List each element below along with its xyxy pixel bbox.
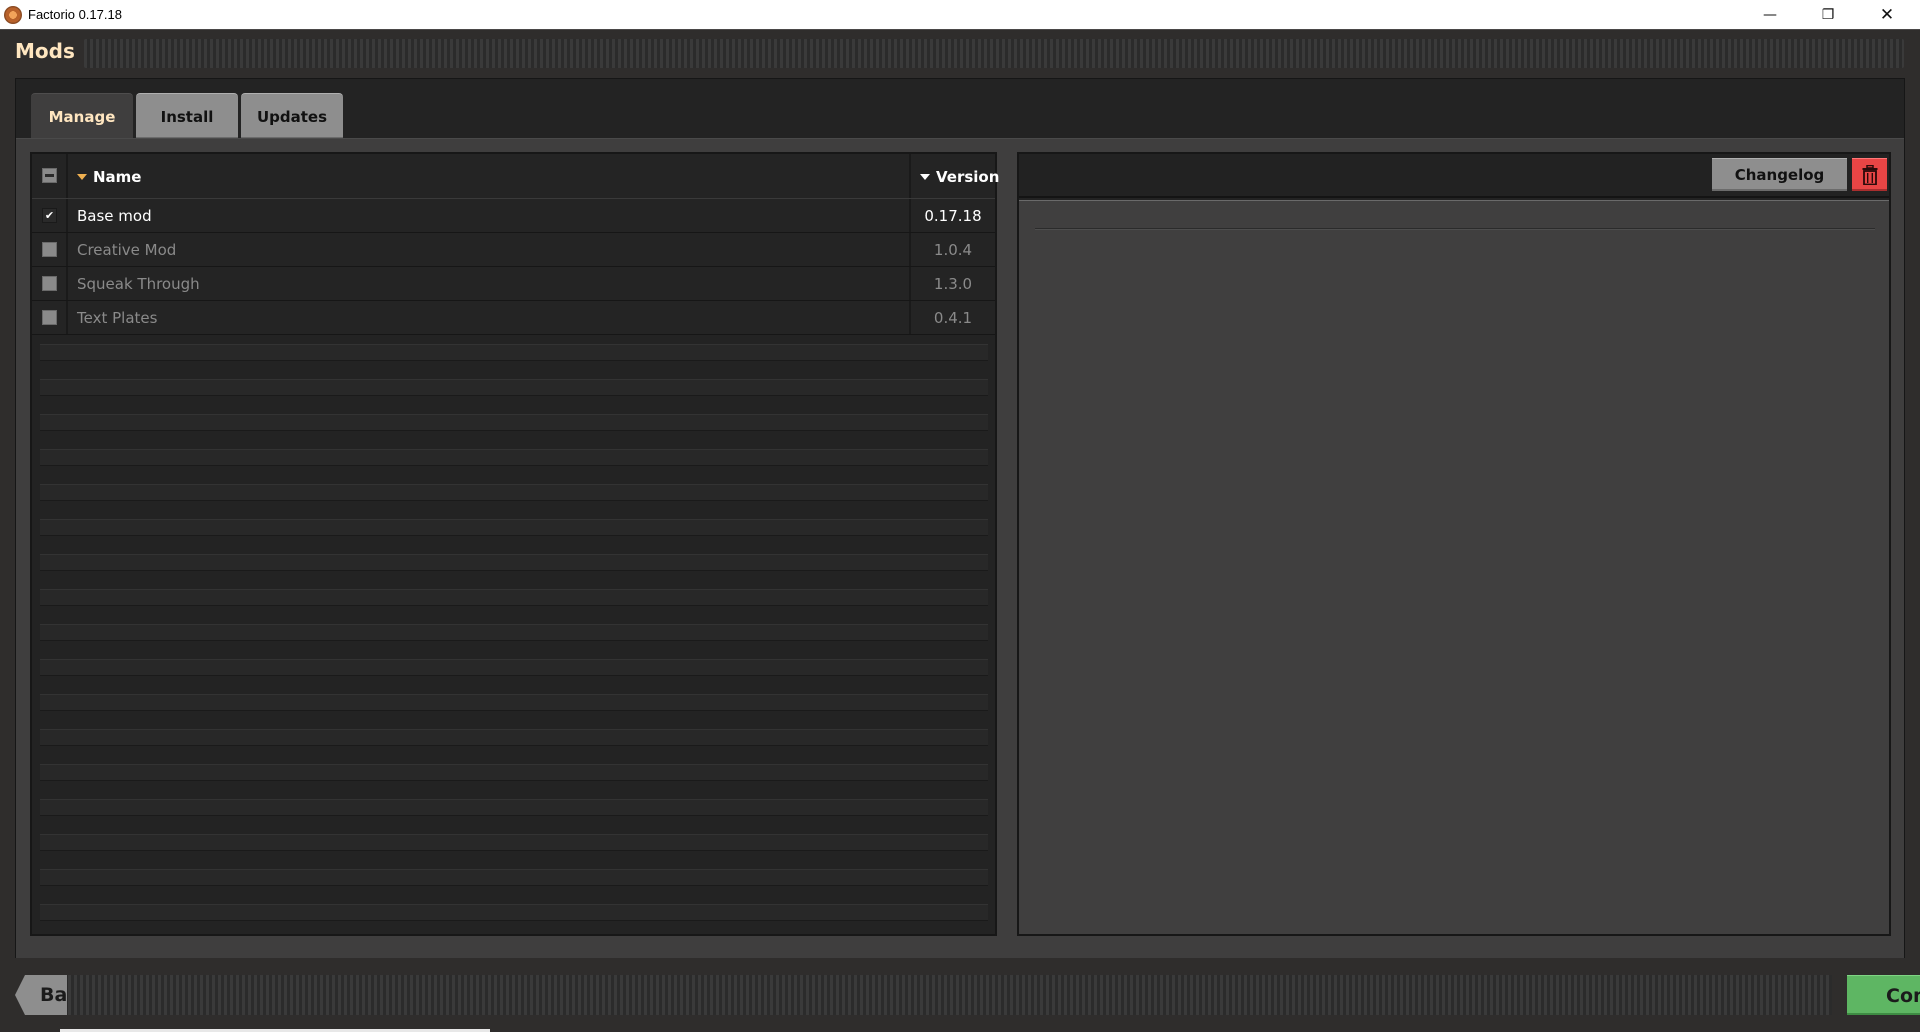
empty-row-band — [40, 834, 988, 851]
checkmark-icon: ✔ — [44, 209, 55, 222]
mod-enabled-checkbox[interactable] — [42, 242, 57, 257]
mod-enabled-checkbox[interactable] — [42, 276, 57, 291]
empty-row-band — [40, 904, 988, 921]
title-drag-handle[interactable] — [84, 39, 1904, 68]
mod-version: 0.4.1 — [933, 309, 973, 327]
column-version-label: Version — [936, 167, 1000, 186]
mod-version: 0.17.18 — [924, 207, 982, 225]
empty-row-band — [40, 484, 988, 501]
footer-drag-handle — [62, 975, 1832, 1015]
maximize-button[interactable]: ❐ — [1805, 0, 1851, 29]
checkbox-cell — [32, 233, 68, 266]
empty-row-band — [40, 764, 988, 781]
page-title: Mods — [15, 39, 75, 63]
trash-icon — [1862, 165, 1877, 185]
mod-enabled-checkbox[interactable] — [42, 310, 57, 325]
close-button[interactable]: ✕ — [1864, 0, 1910, 29]
checkbox-cell — [32, 267, 68, 300]
empty-row-band — [40, 449, 988, 466]
select-all-checkbox[interactable] — [42, 168, 57, 183]
mod-name: Text Plates — [77, 309, 158, 327]
empty-row-band — [40, 589, 988, 606]
delete-mod-button[interactable] — [1852, 158, 1887, 191]
column-header-name[interactable]: Name — [77, 154, 141, 199]
empty-row-band — [40, 694, 988, 711]
header-checkbox-cell — [32, 154, 68, 198]
empty-row-band — [40, 344, 988, 361]
tab-updates[interactable]: Updates — [241, 93, 343, 139]
empty-row-band — [40, 799, 988, 816]
table-row[interactable]: Squeak Through 1.3.0 — [32, 267, 995, 301]
mod-name: Creative Mod — [77, 241, 177, 259]
factorio-gear-icon — [4, 5, 22, 24]
sort-arrow-icon — [920, 173, 930, 180]
empty-row-band — [40, 414, 988, 431]
mod-version: 1.3.0 — [933, 275, 973, 293]
tab-manage[interactable]: Manage — [31, 93, 133, 139]
confirm-button[interactable]: Confirm — [1847, 975, 1920, 1015]
table-header: Name Version — [32, 154, 999, 199]
details-separator — [1035, 228, 1875, 230]
column-header-version[interactable]: Version — [920, 154, 999, 199]
empty-row-band — [40, 624, 988, 641]
window-titlebar: Factorio 0.17.18 — ❐ ✕ — [0, 0, 1920, 29]
empty-row-band — [40, 519, 988, 536]
mod-enabled-checkbox[interactable]: ✔ — [42, 208, 57, 223]
mod-name: Squeak Through — [77, 275, 200, 293]
empty-row-band — [40, 379, 988, 396]
column-divider — [909, 154, 911, 198]
table-row[interactable]: Text Plates 0.4.1 — [32, 301, 995, 335]
changelog-button[interactable]: Changelog — [1712, 158, 1847, 191]
column-name-label: Name — [93, 167, 142, 186]
table-row[interactable]: ✔ Base mod 0.17.18 — [32, 199, 995, 233]
tab-install[interactable]: Install — [136, 93, 238, 139]
sort-arrow-icon — [77, 173, 87, 180]
checkbox-cell — [32, 301, 68, 334]
empty-row-band — [40, 554, 988, 571]
empty-row-band — [40, 729, 988, 746]
mod-version: 1.0.4 — [933, 241, 973, 259]
mod-name: Base mod — [77, 207, 152, 225]
back-button[interactable]: Back — [15, 975, 67, 1015]
empty-row-band — [40, 659, 988, 676]
table-row[interactable]: Creative Mod 1.0.4 — [32, 233, 995, 267]
empty-row-band — [40, 869, 988, 886]
mod-details-panel: Changelog — [1017, 152, 1891, 936]
details-toolbar: Changelog — [1019, 154, 1889, 198]
mod-list-table: Name Version ✔ Base mod 0.17.18 Creative… — [30, 152, 999, 936]
details-content — [1019, 200, 1889, 934]
indeterminate-icon — [45, 174, 54, 177]
minimize-button[interactable]: — — [1747, 0, 1793, 29]
checkbox-cell: ✔ — [32, 199, 68, 232]
window-title: Factorio 0.17.18 — [28, 7, 122, 22]
